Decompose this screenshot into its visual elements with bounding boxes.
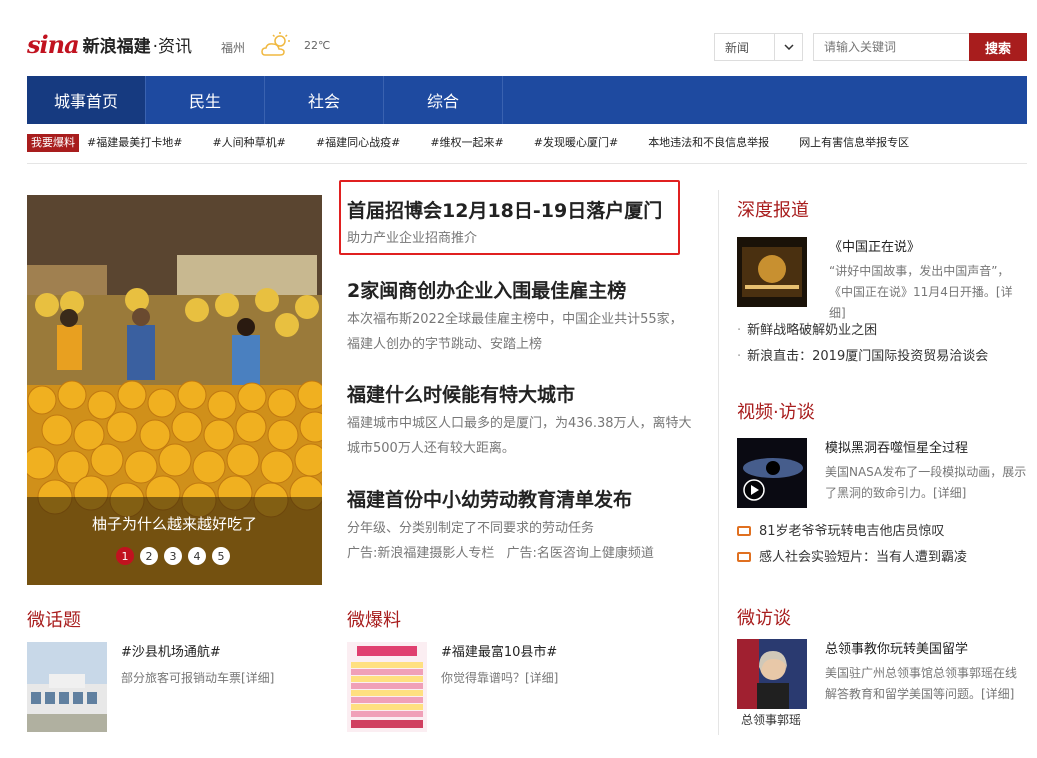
news-item: 首届招博会12月18日-19日落户厦门 助力产业企业招商推介 bbox=[347, 196, 692, 251]
photo-slider[interactable]: 柚子为什么越来越好吃了 1 2 3 4 5 bbox=[27, 195, 322, 585]
tip-off-label[interactable]: 我要爆料 bbox=[27, 134, 79, 152]
site-logo[interactable]: sina 新浪福建 ·资讯 bbox=[27, 30, 192, 59]
news-title[interactable]: 2家闽商创办企业入围最佳雇主榜 bbox=[347, 276, 692, 303]
video-desc: 美国NASA发布了一段模拟动画，展示 bbox=[825, 465, 1027, 479]
news-desc: 福建城市中城区人口最多的是厦门，为436.38万人，离特大城市500万人还有较大… bbox=[347, 416, 692, 456]
list-item[interactable]: · 新浪直击：2019厦门国际投资贸易洽谈会 bbox=[737, 345, 988, 364]
search-bar: 新闻 搜索 bbox=[714, 33, 1027, 61]
nav-society[interactable]: 社会 bbox=[265, 76, 384, 124]
right-column: 深度报道 《中国正在说》 “讲好中国故事，发出中国声音”， 《中国正在说》11月… bbox=[718, 190, 1027, 735]
search-category-value: 新闻 bbox=[725, 40, 750, 55]
partly-cloudy-icon bbox=[261, 32, 290, 56]
main-nav: 城事首页 民生 社会 综合 bbox=[27, 76, 1027, 124]
report-link[interactable]: 网上有害信息举报专区 bbox=[799, 134, 909, 152]
list-item-label: 新鲜战略破解奶业之困 bbox=[747, 323, 878, 338]
list-item[interactable]: · 新鲜战略破解奶业之困 bbox=[737, 319, 877, 338]
search-input[interactable] bbox=[813, 33, 969, 61]
section-title-interview[interactable]: 微访谈 bbox=[737, 604, 791, 630]
nav-general[interactable]: 综合 bbox=[384, 76, 503, 124]
ad-link[interactable]: 广告:名医咨询上健康频道 bbox=[507, 546, 654, 561]
depth-desc[interactable]: 《中国正在说》11月4日开播。[详细] bbox=[829, 282, 1027, 324]
header: sina 新浪福建 ·资讯 福州 22℃ 新闻 搜索 bbox=[27, 28, 1027, 64]
weather-temperature: 22℃ bbox=[304, 39, 331, 52]
video-list-item[interactable]: 感人社会实验短片：当有人遭到霸凌 bbox=[737, 546, 967, 565]
depth-thumbnail[interactable] bbox=[737, 237, 807, 307]
interview-headline[interactable]: 总领事教你玩转美国留学 bbox=[825, 638, 968, 657]
slide-dot[interactable]: 1 bbox=[116, 547, 134, 565]
nav-livelihood[interactable]: 民生 bbox=[146, 76, 265, 124]
report-headline[interactable]: #福建最富10县市# bbox=[441, 641, 557, 660]
section-title-depth[interactable]: 深度报道 bbox=[737, 196, 809, 222]
news-desc: 分年级、分类别制定了不同要求的劳动任务 bbox=[347, 521, 595, 536]
list-item-label: 81岁老爷爷玩转电吉他店员惊叹 bbox=[759, 524, 945, 539]
weather-city[interactable]: 福州 bbox=[221, 39, 245, 56]
video-list-item[interactable]: 81岁老爷爷玩转电吉他店员惊叹 bbox=[737, 520, 945, 539]
interview-desc: 美国驻广州总领事馆总领事郭瑶在线 bbox=[825, 666, 1018, 680]
topic-desc[interactable]: 部分旅客可报销动车票[详细] bbox=[121, 669, 274, 686]
hot-tag[interactable]: #发现暖心厦门# bbox=[534, 134, 618, 152]
search-category-select[interactable]: 新闻 bbox=[714, 33, 803, 61]
site-name: 新浪福建 bbox=[82, 37, 151, 57]
slide-dot[interactable]: 2 bbox=[140, 547, 158, 565]
interview-photo[interactable] bbox=[737, 639, 807, 709]
news-item: 福建首份中小幼劳动教育清单发布 分年级、分类别制定了不同要求的劳动任务 广告:新… bbox=[347, 485, 692, 566]
caption-overlay bbox=[27, 497, 322, 585]
depth-headline[interactable]: 《中国正在说》 bbox=[829, 236, 920, 255]
video-camera-icon bbox=[737, 526, 751, 536]
news-title[interactable]: 福建什么时候能有特大城市 bbox=[347, 380, 692, 407]
search-button[interactable]: 搜索 bbox=[969, 33, 1027, 61]
section-title-video[interactable]: 视频·访谈 bbox=[737, 398, 815, 424]
hot-tag[interactable]: #人间种草机# bbox=[212, 134, 285, 152]
hot-tag[interactable]: #福建同心战疫# bbox=[316, 134, 400, 152]
bullet-icon: · bbox=[737, 349, 742, 364]
nav-home[interactable]: 城事首页 bbox=[27, 76, 146, 124]
topic-headline[interactable]: #沙县机场通航# bbox=[121, 641, 221, 660]
list-item-label: 新浪直击：2019厦门国际投资贸易洽谈会 bbox=[747, 349, 989, 364]
report-link[interactable]: 本地违法和不良信息举报 bbox=[648, 134, 769, 152]
topic-thumbnail[interactable] bbox=[27, 642, 107, 732]
bullet-icon: · bbox=[737, 323, 742, 338]
depth-desc: “讲好中国故事，发出中国声音”， bbox=[829, 264, 1010, 278]
news-desc: 助力产业企业招商推介 bbox=[347, 231, 478, 246]
video-headline[interactable]: 模拟黑洞吞噬恒星全过程 bbox=[825, 437, 968, 456]
report-desc[interactable]: 你觉得靠谱吗？[详细] bbox=[441, 669, 558, 686]
slide-dot[interactable]: 4 bbox=[188, 547, 206, 565]
slide-dot[interactable]: 3 bbox=[164, 547, 182, 565]
section-title-report[interactable]: 微爆料 bbox=[347, 606, 401, 632]
slide-dot[interactable]: 5 bbox=[212, 547, 230, 565]
slide-pager: 1 2 3 4 5 bbox=[116, 547, 230, 565]
news-title[interactable]: 福建首份中小幼劳动教育清单发布 bbox=[347, 485, 692, 512]
hot-tag[interactable]: #福建最美打卡地# bbox=[87, 134, 182, 152]
hot-tags-bar: 我要爆料 #福建最美打卡地# #人间种草机# #福建同心战疫# #维权一起来# … bbox=[27, 134, 1027, 164]
list-item-label: 感人社会实验短片：当有人遭到霸凌 bbox=[759, 550, 968, 565]
video-desc[interactable]: 了黑洞的致命引力。[详细] bbox=[825, 483, 966, 504]
slide-caption[interactable]: 柚子为什么越来越好吃了 bbox=[27, 513, 322, 534]
report-thumbnail[interactable] bbox=[347, 642, 427, 732]
section-title-topic[interactable]: 微话题 bbox=[27, 606, 81, 632]
news-item: 福建什么时候能有特大城市 福建城市中城区人口最多的是厦门，为436.38万人，离… bbox=[347, 380, 692, 461]
chevron-down-icon[interactable] bbox=[774, 34, 802, 60]
video-camera-icon bbox=[737, 552, 751, 562]
photo-caption: 总领事郭瑶 bbox=[741, 713, 802, 727]
hot-tag[interactable]: #维权一起来# bbox=[430, 134, 503, 152]
ad-link[interactable]: 广告:新浪福建摄影人专栏 bbox=[347, 546, 494, 561]
site-section: ·资讯 bbox=[152, 37, 193, 57]
interview-desc[interactable]: 解答教育和留学美国等问题。[详细] bbox=[825, 684, 1014, 705]
sina-logo: sina bbox=[27, 30, 80, 59]
video-thumbnail[interactable] bbox=[737, 438, 807, 508]
news-desc: 本次福布斯2022全球最佳雇主榜中，中国企业共计55家，福建人创办的字节跳动、安… bbox=[347, 312, 683, 352]
news-title[interactable]: 首届招博会12月18日-19日落户厦门 bbox=[347, 196, 692, 223]
news-item: 2家闽商创办企业入围最佳雇主榜 本次福布斯2022全球最佳雇主榜中，中国企业共计… bbox=[347, 276, 692, 357]
